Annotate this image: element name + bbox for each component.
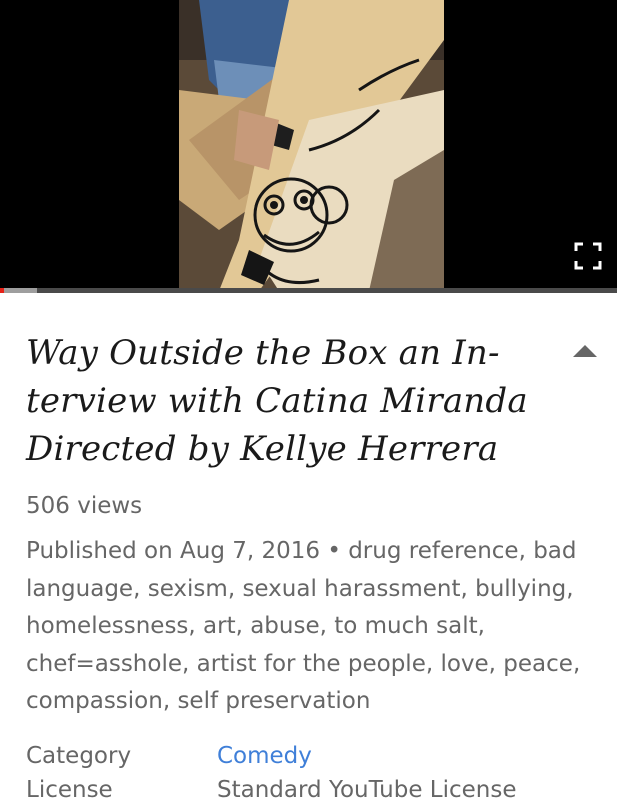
fullscreen-button[interactable]	[574, 242, 602, 270]
category-label: Category	[26, 743, 132, 769]
video-title: Way Outside the Box an In-terview with C…	[26, 333, 528, 469]
video-description: Published on Aug 7, 2016 • drug referenc…	[26, 538, 581, 714]
chevron-up-icon	[573, 345, 597, 357]
video-player[interactable]	[0, 0, 617, 293]
video-details: Way Outside the Box an In-terview with C…	[0, 293, 617, 803]
video-thumbnail-image	[179, 0, 444, 291]
fullscreen-icon	[574, 242, 602, 270]
category-link[interactable]: Comedy	[217, 743, 312, 769]
license-value: Standard YouTube License	[217, 777, 517, 803]
video-frame[interactable]	[179, 0, 444, 291]
license-label: License	[26, 777, 113, 803]
view-count: 506 views	[26, 493, 143, 519]
collapse-details-button[interactable]	[570, 341, 600, 361]
